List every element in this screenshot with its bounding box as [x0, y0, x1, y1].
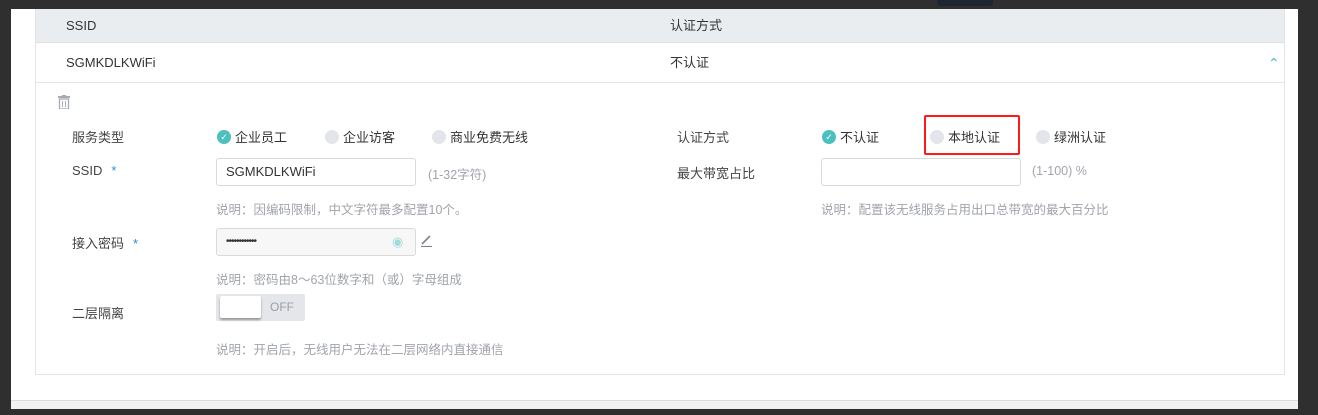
- option-label: 企业员工: [235, 130, 288, 145]
- isolation-note: 说明：开启后，无线用户无法在二层网络内直接通信: [216, 343, 504, 357]
- radio-circle-icon: [432, 129, 446, 144]
- ssid-hint: (1-32字符): [428, 168, 487, 182]
- required-star: *: [133, 236, 139, 251]
- row-auth: 不认证: [670, 55, 710, 70]
- ssid-note: 说明：因编码限制，中文字符最多配置10个。: [216, 203, 468, 217]
- ssid-label-text: SSID: [72, 163, 103, 178]
- edit-pencil-icon[interactable]: [420, 234, 433, 247]
- wifi-table: SSID 认证方式 SGMKDLKWiFi 不认证 ⌃ 服务类型 ✓ 企业员工 企…: [35, 9, 1285, 375]
- option-label: 企业访客: [343, 130, 396, 145]
- check-icon: ✓: [217, 129, 231, 144]
- password-label: 接入密码 *: [72, 233, 138, 252]
- trash-icon[interactable]: [58, 95, 70, 109]
- bandwidth-input[interactable]: [821, 158, 1021, 186]
- option-label: 不认证: [840, 130, 880, 145]
- content-panel: SSID 认证方式 SGMKDLKWiFi 不认证 ⌃ 服务类型 ✓ 企业员工 企…: [11, 9, 1298, 400]
- toggle-knob: [220, 296, 261, 318]
- auth-label: 认证方式: [677, 130, 730, 145]
- check-icon: ✓: [822, 129, 836, 144]
- detail-panel: 服务类型 ✓ 企业员工 企业访客 商业免费无线 SSID * SGMKDLKWiFi…: [36, 83, 1284, 373]
- collapse-chevron-up-icon[interactable]: ⌃: [1268, 43, 1280, 83]
- ssid-label: SSID *: [72, 163, 116, 178]
- option-label: 绿洲认证: [1054, 130, 1107, 145]
- option-label: 商业免费无线: [450, 130, 529, 145]
- bandwidth-hint: (1-100) %: [1032, 164, 1087, 178]
- radio-circle-icon: [325, 129, 339, 144]
- top-button[interactable]: [937, 0, 993, 6]
- radio-no-auth[interactable]: ✓ 不认证: [822, 127, 879, 146]
- footer-bar: [11, 400, 1298, 409]
- header-ssid: SSID: [66, 18, 97, 33]
- bandwidth-label: 最大带宽占比: [677, 166, 756, 181]
- required-star: *: [111, 163, 117, 178]
- table-row[interactable]: SGMKDLKWiFi 不认证 ⌃: [36, 43, 1284, 83]
- radio-circle-icon: [1036, 129, 1050, 144]
- radio-enterprise-guest[interactable]: 企业访客: [325, 127, 395, 146]
- radio-oasis-auth[interactable]: 绿洲认证: [1036, 127, 1106, 146]
- isolation-label: 二层隔离: [72, 306, 125, 321]
- password-input[interactable]: ••••••••••••: [216, 228, 416, 256]
- password-value: ••••••••••••: [226, 236, 257, 247]
- radio-commercial-free[interactable]: 商业免费无线: [432, 127, 528, 146]
- eye-icon[interactable]: ◉: [392, 234, 403, 250]
- radio-enterprise-staff[interactable]: ✓ 企业员工: [217, 127, 287, 146]
- bandwidth-note: 说明：配置该无线服务占用出口总带宽的最大百分比: [821, 203, 1109, 217]
- table-header: SSID 认证方式: [36, 9, 1284, 43]
- service-type-label: 服务类型: [72, 130, 125, 145]
- ssid-input[interactable]: SGMKDLKWiFi: [216, 158, 416, 186]
- password-note: 说明：密码由8～63位数字和（或）字母组成: [216, 273, 462, 287]
- highlight-box: [924, 115, 1020, 155]
- row-ssid: SGMKDLKWiFi: [66, 55, 156, 70]
- isolation-toggle[interactable]: OFF: [216, 294, 305, 321]
- header-auth: 认证方式: [670, 18, 723, 33]
- password-label-text: 接入密码: [72, 236, 125, 251]
- toggle-state: OFF: [270, 300, 294, 314]
